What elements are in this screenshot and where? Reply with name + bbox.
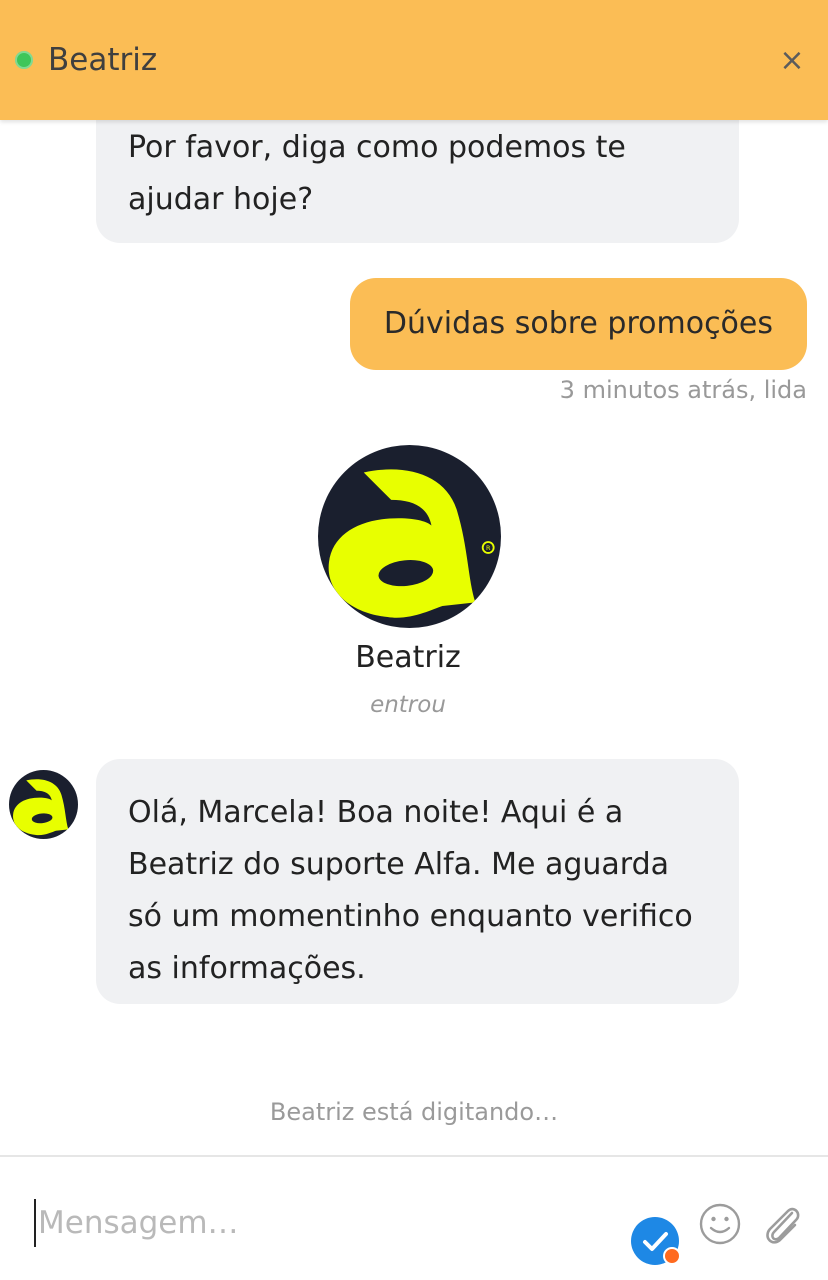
agent-joined-name: Beatriz xyxy=(355,640,461,675)
message-composer xyxy=(0,1155,828,1280)
notification-dot-icon xyxy=(663,1247,681,1265)
close-button[interactable]: × xyxy=(774,42,810,78)
agent-message-bubble: Olá, Marcela! Boa noite! Aqui é a Beatri… xyxy=(96,759,739,1004)
typing-indicator: Beatriz está digitando… xyxy=(269,1098,559,1126)
paperclip-icon[interactable] xyxy=(758,1199,804,1249)
user-message-bubble: Dúvidas sobre promoções xyxy=(349,278,807,370)
agent-joined-status: entrou xyxy=(370,692,446,718)
agent-logo-avatar: R xyxy=(318,445,501,628)
chat-header: Beatriz × xyxy=(0,0,828,120)
svg-text:R: R xyxy=(486,544,491,552)
online-status-icon xyxy=(15,51,33,69)
agent-name-title: Beatriz xyxy=(48,42,158,78)
agent-small-avatar xyxy=(9,770,78,839)
message-timestamp: 3 minutos atrás, lida xyxy=(559,376,807,404)
message-input[interactable] xyxy=(34,1199,598,1247)
agent-message-bubble: Por favor, diga como podemos te ajudar h… xyxy=(96,100,739,243)
emoji-icon[interactable] xyxy=(698,1202,742,1246)
chat-widget: Beatriz × Por favor, diga como podemos t… xyxy=(0,0,828,1280)
check-badge-icon[interactable] xyxy=(631,1217,681,1265)
